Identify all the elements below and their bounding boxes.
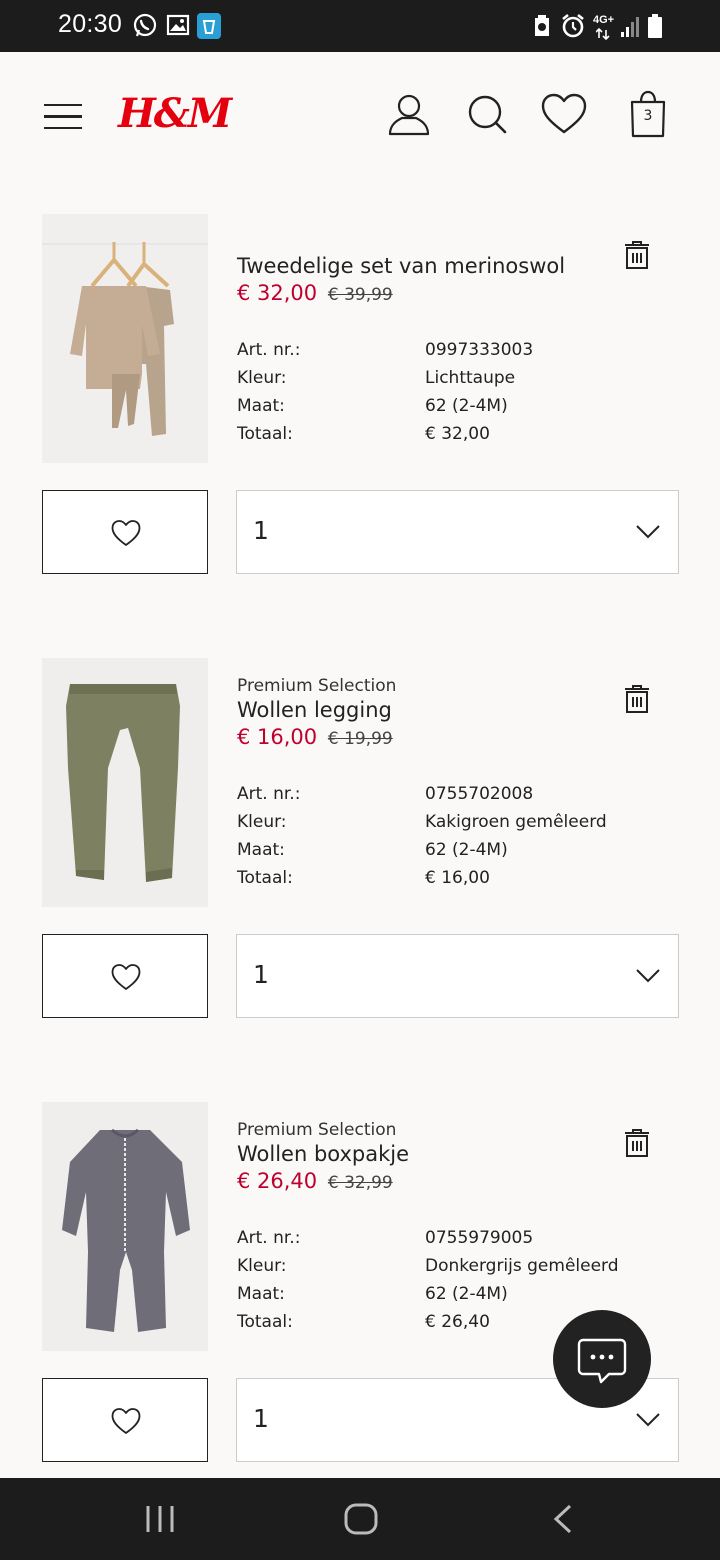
chat-bubble-icon	[577, 1338, 627, 1384]
art-nr-value: 0997333003	[425, 340, 534, 360]
delete-icon[interactable]	[624, 1128, 650, 1158]
size-label: Maat:	[237, 1284, 285, 1304]
add-to-favorites-button[interactable]	[42, 934, 208, 1018]
home-icon[interactable]	[343, 1502, 379, 1536]
quantity-value: 1	[253, 1404, 269, 1433]
menu-line	[44, 126, 82, 130]
gallery-icon	[166, 14, 190, 36]
chevron-down-icon	[636, 525, 660, 539]
cart-item: Premium Selection Wollen boxpakje € 26,4…	[0, 1102, 720, 1472]
data-arrows-icon	[596, 28, 610, 40]
delete-icon[interactable]	[624, 240, 650, 270]
search-icon[interactable]	[464, 92, 510, 138]
status-time: 20:30	[58, 10, 123, 38]
heart-icon	[111, 1408, 141, 1434]
total-value: € 32,00	[425, 424, 490, 444]
menu-line	[44, 115, 82, 118]
add-to-favorites-button[interactable]	[42, 1378, 208, 1462]
size-value: 62 (2-4M)	[425, 840, 508, 860]
cart-item: Tweedelige set van merinoswol € 32,00 € …	[0, 214, 720, 584]
recent-apps-icon[interactable]	[144, 1504, 176, 1534]
cart-button[interactable]: 3	[628, 90, 668, 138]
price-row: € 16,00 € 19,99	[237, 725, 393, 749]
size-value: 62 (2-4M)	[425, 1284, 508, 1304]
quantity-select[interactable]: 1	[236, 490, 679, 574]
product-image[interactable]	[42, 1102, 208, 1351]
heart-icon	[111, 964, 141, 990]
chevron-down-icon	[636, 1413, 660, 1427]
product-name[interactable]: Wollen legging	[237, 698, 392, 722]
cart-count-badge: 3	[643, 108, 653, 124]
color-label: Kleur:	[237, 812, 287, 832]
art-nr-label: Art. nr.:	[237, 1228, 301, 1248]
alarm-icon	[562, 13, 584, 38]
product-photo-romper	[42, 1102, 208, 1351]
signal-icon	[621, 17, 639, 37]
chevron-down-icon	[636, 969, 660, 983]
size-label: Maat:	[237, 396, 285, 416]
total-label: Totaal:	[237, 424, 293, 444]
total-value: € 26,40	[425, 1312, 490, 1332]
product-image[interactable]	[42, 658, 208, 907]
total-value: € 16,00	[425, 868, 490, 888]
whatsapp-icon	[133, 13, 157, 37]
favorites-icon[interactable]	[541, 92, 587, 138]
battery-icon	[648, 14, 662, 38]
sale-price: € 16,00	[237, 725, 318, 749]
total-label: Totaal:	[237, 1312, 293, 1332]
quantity-select[interactable]: 1	[236, 934, 679, 1018]
product-image[interactable]	[42, 214, 208, 463]
product-brand: Premium Selection	[237, 1120, 397, 1140]
art-nr-value: 0755979005	[425, 1228, 534, 1248]
color-value: Lichttaupe	[425, 368, 516, 388]
menu-line	[44, 104, 82, 107]
back-icon[interactable]	[552, 1504, 574, 1534]
color-value: Donkergrijs gemêleerd	[425, 1256, 619, 1276]
app-notification-icon	[197, 13, 221, 39]
price-row: € 26,40 € 32,99	[237, 1169, 393, 1193]
price-row: € 32,00 € 39,99	[237, 281, 393, 305]
network-type-label: 4G+	[593, 14, 615, 26]
size-value: 62 (2-4M)	[425, 396, 508, 416]
chat-button[interactable]	[553, 1310, 651, 1408]
hm-logo[interactable]: H&M	[118, 90, 232, 137]
art-nr-label: Art. nr.:	[237, 340, 301, 360]
color-label: Kleur:	[237, 1256, 287, 1276]
size-label: Maat:	[237, 840, 285, 860]
color-value: Kakigroen gemêleerd	[425, 812, 607, 832]
cart-item: Premium Selection Wollen legging € 16,00…	[0, 658, 720, 1028]
quantity-value: 1	[253, 516, 269, 545]
delete-icon[interactable]	[624, 684, 650, 714]
sale-price: € 32,00	[237, 281, 318, 305]
menu-button[interactable]	[44, 104, 82, 130]
add-to-favorites-button[interactable]	[42, 490, 208, 574]
quantity-value: 1	[253, 960, 269, 989]
product-name[interactable]: Tweedelige set van merinoswol	[237, 254, 565, 278]
product-brand: Premium Selection	[237, 676, 397, 696]
color-label: Kleur:	[237, 368, 287, 388]
product-name[interactable]: Wollen boxpakje	[237, 1142, 409, 1166]
original-price: € 39,99	[327, 285, 393, 305]
original-price: € 32,99	[327, 1173, 393, 1193]
status-bar: 20:30 4G+	[0, 0, 720, 52]
product-photo-set	[42, 214, 208, 463]
site-header: H&M 3	[0, 52, 720, 180]
product-photo-leggings	[42, 658, 208, 907]
art-nr-value: 0755702008	[425, 784, 534, 804]
art-nr-label: Art. nr.:	[237, 784, 301, 804]
heart-icon	[111, 520, 141, 546]
account-icon[interactable]	[386, 92, 432, 138]
original-price: € 19,99	[327, 729, 393, 749]
system-navigation-bar	[0, 1478, 720, 1560]
battery-saver-icon	[535, 15, 549, 36]
total-label: Totaal:	[237, 868, 293, 888]
sale-price: € 26,40	[237, 1169, 318, 1193]
